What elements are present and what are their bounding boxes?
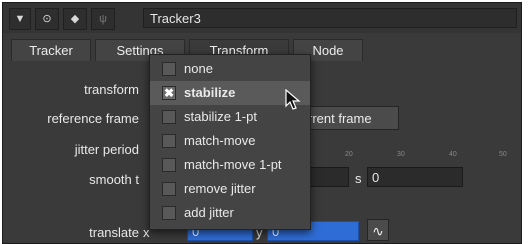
smooth-s-field[interactable]: 0 — [367, 167, 463, 187]
transform-dropdown-menu: none ✖ stabilize stabilize 1-pt match-mo… — [149, 54, 311, 230]
option-label: stabilize — [184, 85, 236, 100]
node-name-field[interactable]: Tracker3 — [143, 8, 517, 28]
dropdown-option-match-move-1pt[interactable]: match-move 1-pt — [150, 153, 310, 177]
jitter-period-slider[interactable]: 20 30 40 50 — [303, 151, 508, 163]
smooth-t-field[interactable] — [309, 167, 349, 187]
smooth-t-label: smooth t — [89, 172, 139, 187]
dropdown-option-add-jitter[interactable]: add jitter — [150, 201, 310, 225]
ruler-tick-label: 20 — [345, 151, 353, 158]
ruler-tick-label: 30 — [397, 151, 405, 158]
title-bar: ▼ ⊙ ◆ ψ Tracker3 — [3, 3, 521, 33]
reference-frame-label: reference frame — [47, 111, 139, 126]
translate-label: translate — [89, 225, 139, 240]
transform-label: transform — [84, 82, 139, 97]
animation-curve-icon[interactable]: ∿ — [367, 219, 389, 241]
checkbox-icon — [162, 206, 176, 220]
option-label: stabilize 1-pt — [184, 109, 257, 124]
float-panel-icon[interactable]: ◆ — [63, 8, 87, 30]
jitter-period-label: jitter period — [74, 142, 139, 157]
tab-tracker[interactable]: Tracker — [11, 39, 91, 61]
view-node-icon[interactable]: ⊙ — [35, 8, 59, 30]
mouse-pointer-icon — [285, 89, 301, 110]
option-label: match-move 1-pt — [184, 157, 282, 172]
dropdown-option-match-move[interactable]: match-move — [150, 129, 310, 153]
ruler-tick-label: 50 — [499, 151, 507, 158]
option-label: remove jitter — [184, 181, 256, 196]
checkbox-icon — [162, 182, 176, 196]
option-label: match-move — [184, 133, 256, 148]
checkbox-icon — [162, 110, 176, 124]
dropdown-option-none[interactable]: none — [150, 57, 310, 81]
smooth-s-label: s — [355, 171, 362, 186]
checkbox-icon — [162, 134, 176, 148]
collapse-triangle-icon[interactable]: ▼ — [9, 8, 31, 30]
node-color-icon[interactable]: ψ — [91, 8, 115, 30]
dropdown-option-remove-jitter[interactable]: remove jitter — [150, 177, 310, 201]
checkbox-icon — [162, 62, 176, 76]
checkbox-icon — [162, 158, 176, 172]
checkmark-icon: ✖ — [162, 86, 176, 100]
option-label: add jitter — [184, 205, 234, 220]
tracker-properties-panel: ▼ ⊙ ◆ ψ Tracker3 Tracker Settings Transf… — [2, 2, 522, 244]
ruler-tick-label: 40 — [449, 151, 457, 158]
set-to-current-frame-button[interactable]: rrent frame — [303, 106, 399, 130]
option-label: none — [184, 61, 213, 76]
